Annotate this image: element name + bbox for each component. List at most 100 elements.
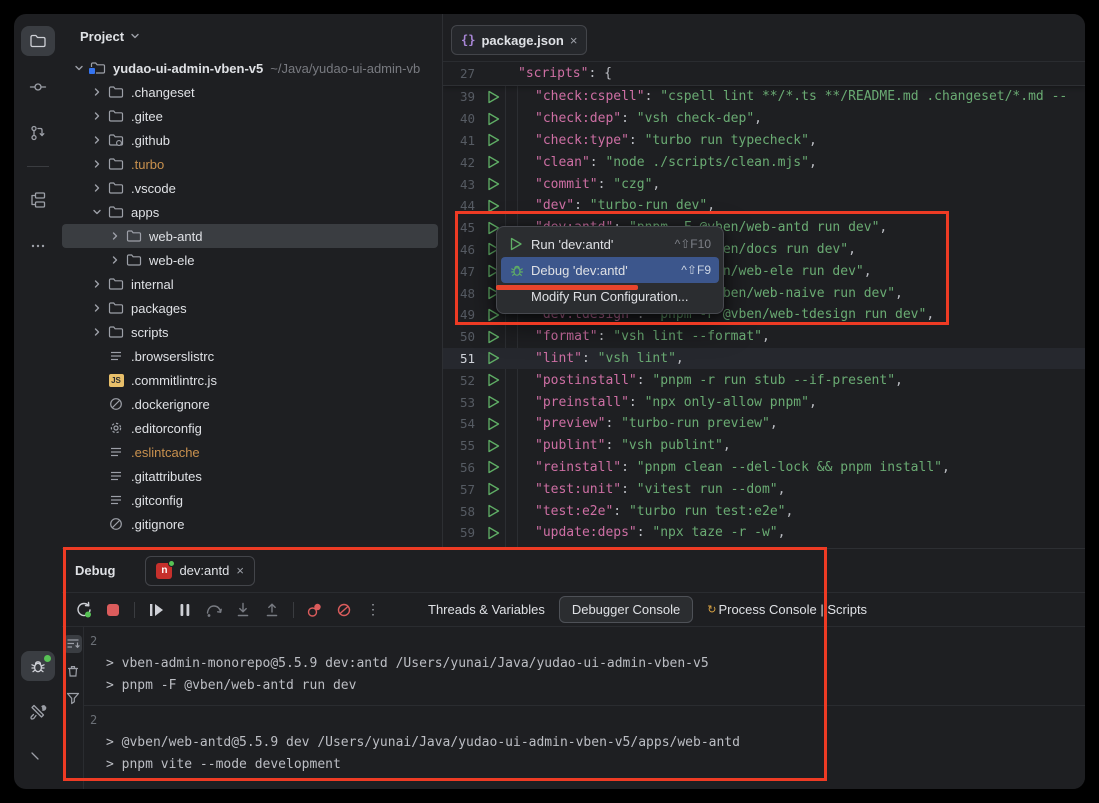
- soft-wrap-icon[interactable]: [64, 635, 82, 653]
- run-gutter-icon[interactable]: [481, 373, 505, 387]
- menu-item-debug-dev-antd[interactable]: Debug 'dev:antd'^⇧F9: [501, 257, 719, 283]
- chevron-right-icon[interactable]: [88, 183, 106, 193]
- run-gutter-icon[interactable]: [481, 395, 505, 409]
- run-gutter-icon[interactable]: [481, 155, 505, 169]
- run-gutter-icon[interactable]: [481, 351, 505, 365]
- code-line-44[interactable]: 44"dev": "turbo-run dev",: [443, 195, 1085, 217]
- menu-item-modify-run-configuration[interactable]: Modify Run Configuration...: [501, 283, 719, 309]
- chevron-right-icon[interactable]: [106, 231, 124, 241]
- code-line-53[interactable]: 53"preinstall": "npx only-allow pnpm",: [443, 391, 1085, 413]
- code-line-57[interactable]: 57"test:unit": "vitest run --dom",: [443, 478, 1085, 500]
- project-panel-header[interactable]: Project: [62, 14, 442, 48]
- code-line-50[interactable]: 50"format": "vsh lint --format",: [443, 326, 1085, 348]
- chevron-right-icon[interactable]: [88, 135, 106, 145]
- run-gutter-icon[interactable]: [481, 526, 505, 540]
- code-line-42[interactable]: 42"clean": "node ./scripts/clean.mjs",: [443, 151, 1085, 173]
- tree-item-gitconfig[interactable]: .gitconfig: [62, 488, 442, 512]
- editor-tab-package-json[interactable]: {} package.json ×: [451, 25, 587, 55]
- code-line-52[interactable]: 52"postinstall": "pnpm -r run stub --if-…: [443, 369, 1085, 391]
- tree-item-dockerignore[interactable]: .dockerignore: [62, 392, 442, 416]
- more-icon[interactable]: [21, 231, 55, 261]
- tree-item-editorconfig[interactable]: .editorconfig: [62, 416, 442, 440]
- more-vertical-icon[interactable]: ⋮: [363, 600, 383, 620]
- debug-tab-process-console-scripts[interactable]: ↻Process Console | Scripts: [707, 602, 867, 617]
- tree-item-scripts[interactable]: scripts: [62, 320, 442, 344]
- tree-item-yudao-ui-admin-vben-v5[interactable]: yudao-ui-admin-vben-v5~/Java/yudao-ui-ad…: [62, 56, 442, 80]
- tree-item-packages[interactable]: packages: [62, 296, 442, 320]
- code-line-54[interactable]: 54"preview": "turbo-run preview",: [443, 413, 1085, 435]
- tree-item-gitignore[interactable]: .gitignore: [62, 512, 442, 536]
- console-fold-marker[interactable]: 2: [90, 710, 106, 776]
- chevron-down-icon[interactable]: [88, 207, 106, 217]
- code-line-55[interactable]: 55"publint": "vsh publint",: [443, 435, 1085, 457]
- project-folder-icon[interactable]: [21, 26, 55, 56]
- debug-tab-debugger-console[interactable]: Debugger Console: [559, 596, 693, 623]
- run-gutter-icon[interactable]: [481, 417, 505, 431]
- chevron-right-icon[interactable]: [88, 327, 106, 337]
- file-lines-icon: [106, 348, 126, 364]
- tree-item-github[interactable]: .github: [62, 128, 442, 152]
- code-line-58[interactable]: 58"test:e2e": "turbo run test:e2e",: [443, 500, 1085, 522]
- run-gutter-icon[interactable]: [481, 112, 505, 126]
- run-gutter-icon[interactable]: [481, 330, 505, 344]
- run-gutter-icon[interactable]: [481, 199, 505, 213]
- tools-icon[interactable]: [21, 697, 55, 727]
- code-line-51[interactable]: 51"lint": "vsh lint",: [443, 348, 1085, 370]
- tree-item-browserslistrc[interactable]: .browserslistrc: [62, 344, 442, 368]
- step-out-icon[interactable]: [262, 600, 282, 620]
- tree-item-gitee[interactable]: .gitee: [62, 104, 442, 128]
- pause-icon[interactable]: [175, 600, 195, 620]
- chevron-right-icon[interactable]: [88, 111, 106, 121]
- tree-item-apps[interactable]: apps: [62, 200, 442, 224]
- structure-icon[interactable]: [21, 185, 55, 215]
- debug-session-tab[interactable]: n dev:antd ×: [145, 556, 254, 586]
- debug-icon[interactable]: [21, 651, 55, 681]
- tree-item-web-ele[interactable]: web-ele: [62, 248, 442, 272]
- terminal-icon[interactable]: [21, 743, 55, 773]
- chevron-right-icon[interactable]: [88, 279, 106, 289]
- code-line-59[interactable]: 59"update:deps": "npx taze -r -w",: [443, 522, 1085, 544]
- resume-icon[interactable]: [146, 600, 166, 620]
- tree-item-web-antd[interactable]: web-antd: [62, 224, 442, 248]
- rerun-debug-icon[interactable]: [74, 600, 94, 620]
- run-gutter-icon[interactable]: [481, 482, 505, 496]
- run-gutter-icon[interactable]: [481, 133, 505, 147]
- filter-icon[interactable]: [64, 689, 82, 707]
- clear-icon[interactable]: [64, 662, 82, 680]
- tree-item-eslintcache[interactable]: .eslintcache: [62, 440, 442, 464]
- pull-requests-icon[interactable]: [21, 118, 55, 148]
- step-over-icon[interactable]: [204, 600, 224, 620]
- console-fold-marker[interactable]: 2: [90, 631, 106, 697]
- close-icon[interactable]: ×: [570, 34, 578, 47]
- debug-tab-threads-variables[interactable]: Threads & Variables: [428, 602, 545, 617]
- mute-breakpoints-icon[interactable]: [334, 600, 354, 620]
- tree-item-commitlintrc-js[interactable]: JS.commitlintrc.js: [62, 368, 442, 392]
- run-gutter-icon[interactable]: [481, 439, 505, 453]
- code-line-39[interactable]: 39"check:cspell": "cspell lint **/*.ts *…: [443, 86, 1085, 108]
- chevron-right-icon[interactable]: [88, 87, 106, 97]
- tree-item-internal[interactable]: internal: [62, 272, 442, 296]
- chevron-down-icon[interactable]: [70, 63, 88, 73]
- tree-item-turbo[interactable]: .turbo: [62, 152, 442, 176]
- code-line-41[interactable]: 41"check:type": "turbo run typecheck",: [443, 130, 1085, 152]
- code-line-43[interactable]: 43"commit": "czg",: [443, 173, 1085, 195]
- console-output[interactable]: 2 > vben-admin-monorepo@5.5.9 dev:antd /…: [84, 627, 1085, 789]
- tree-item-gitattributes[interactable]: .gitattributes: [62, 464, 442, 488]
- code-line-56[interactable]: 56"reinstall": "pnpm clean --del-lock &&…: [443, 457, 1085, 479]
- close-icon[interactable]: ×: [236, 564, 244, 577]
- stop-icon[interactable]: [103, 600, 123, 620]
- tree-item-vscode[interactable]: .vscode: [62, 176, 442, 200]
- step-into-icon[interactable]: [233, 600, 253, 620]
- chevron-right-icon[interactable]: [88, 159, 106, 169]
- run-gutter-icon[interactable]: [481, 504, 505, 518]
- run-gutter-icon[interactable]: [481, 90, 505, 104]
- tree-item-changeset[interactable]: .changeset: [62, 80, 442, 104]
- commit-icon[interactable]: [21, 72, 55, 102]
- chevron-right-icon[interactable]: [106, 255, 124, 265]
- run-gutter-icon[interactable]: [481, 460, 505, 474]
- chevron-right-icon[interactable]: [88, 303, 106, 313]
- view-breakpoints-icon[interactable]: [305, 600, 325, 620]
- code-line-40[interactable]: 40"check:dep": "vsh check-dep",: [443, 108, 1085, 130]
- menu-item-run-dev-antd[interactable]: Run 'dev:antd'^⇧F10: [501, 231, 719, 257]
- run-gutter-icon[interactable]: [481, 177, 505, 191]
